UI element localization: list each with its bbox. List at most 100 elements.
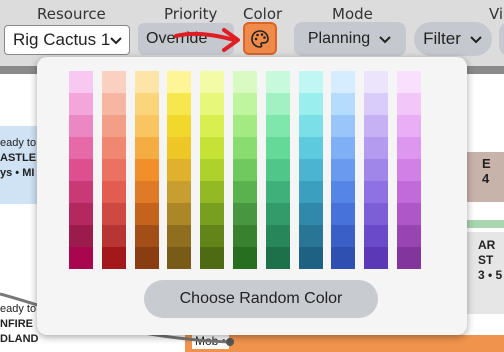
color-swatch[interactable] xyxy=(397,71,421,93)
color-swatch[interactable] xyxy=(167,137,191,159)
color-swatch[interactable] xyxy=(167,203,191,225)
color-swatch[interactable] xyxy=(69,159,93,181)
color-swatch[interactable] xyxy=(135,71,159,93)
color-swatch[interactable] xyxy=(299,159,323,181)
color-swatch[interactable] xyxy=(102,247,126,269)
color-swatch[interactable] xyxy=(331,181,355,203)
color-swatch[interactable] xyxy=(135,247,159,269)
color-swatch[interactable] xyxy=(266,71,290,93)
color-swatch[interactable] xyxy=(397,247,421,269)
color-swatch[interactable] xyxy=(167,225,191,247)
color-swatch[interactable] xyxy=(397,115,421,137)
color-swatch[interactable] xyxy=(364,93,388,115)
color-swatch[interactable] xyxy=(200,115,224,137)
color-swatch[interactable] xyxy=(135,137,159,159)
color-swatch[interactable] xyxy=(135,181,159,203)
color-swatch[interactable] xyxy=(69,181,93,203)
color-swatch[interactable] xyxy=(233,247,257,269)
color-swatch[interactable] xyxy=(102,159,126,181)
color-swatch[interactable] xyxy=(102,181,126,203)
color-swatch[interactable] xyxy=(364,181,388,203)
color-swatch[interactable] xyxy=(135,225,159,247)
color-swatch[interactable] xyxy=(331,137,355,159)
color-swatch[interactable] xyxy=(299,137,323,159)
color-swatch[interactable] xyxy=(299,225,323,247)
color-swatch[interactable] xyxy=(266,115,290,137)
color-swatch[interactable] xyxy=(135,203,159,225)
color-swatch[interactable] xyxy=(364,247,388,269)
color-swatch[interactable] xyxy=(167,159,191,181)
color-swatch[interactable] xyxy=(167,93,191,115)
color-swatch[interactable] xyxy=(69,115,93,137)
color-swatch[interactable] xyxy=(233,137,257,159)
color-swatch[interactable] xyxy=(299,71,323,93)
color-swatch[interactable] xyxy=(266,247,290,269)
color-swatch[interactable] xyxy=(364,71,388,93)
color-swatch[interactable] xyxy=(135,159,159,181)
color-swatch[interactable] xyxy=(364,115,388,137)
view-button[interactable] xyxy=(499,22,504,56)
color-swatch[interactable] xyxy=(331,225,355,247)
color-swatch[interactable] xyxy=(397,181,421,203)
color-swatch[interactable] xyxy=(364,225,388,247)
color-swatch[interactable] xyxy=(102,71,126,93)
color-swatch[interactable] xyxy=(233,115,257,137)
color-swatch[interactable] xyxy=(364,137,388,159)
color-swatch[interactable] xyxy=(331,203,355,225)
color-swatch[interactable] xyxy=(299,203,323,225)
color-swatch[interactable] xyxy=(299,247,323,269)
color-swatch[interactable] xyxy=(167,247,191,269)
mode-dropdown[interactable]: Planning xyxy=(294,22,406,56)
color-swatch[interactable] xyxy=(266,93,290,115)
color-swatch[interactable] xyxy=(299,115,323,137)
color-swatch[interactable] xyxy=(364,159,388,181)
color-swatch[interactable] xyxy=(135,115,159,137)
color-swatch[interactable] xyxy=(200,71,224,93)
color-swatch[interactable] xyxy=(102,225,126,247)
color-swatch[interactable] xyxy=(266,137,290,159)
color-swatch[interactable] xyxy=(69,225,93,247)
color-swatch[interactable] xyxy=(233,203,257,225)
color-swatch[interactable] xyxy=(233,159,257,181)
color-swatch[interactable] xyxy=(167,181,191,203)
resource-select[interactable]: Rig Cactus 1 xyxy=(4,25,130,55)
color-swatch[interactable] xyxy=(266,225,290,247)
color-swatch[interactable] xyxy=(233,225,257,247)
color-swatch[interactable] xyxy=(200,203,224,225)
color-swatch[interactable] xyxy=(331,247,355,269)
color-swatch[interactable] xyxy=(397,93,421,115)
color-swatch[interactable] xyxy=(200,159,224,181)
color-swatch[interactable] xyxy=(102,137,126,159)
color-swatch[interactable] xyxy=(397,159,421,181)
filter-button[interactable]: Filter xyxy=(414,22,492,56)
color-swatch[interactable] xyxy=(167,115,191,137)
random-color-button[interactable]: Choose Random Color xyxy=(144,280,378,318)
color-swatch[interactable] xyxy=(200,247,224,269)
color-swatch[interactable] xyxy=(69,247,93,269)
color-swatch[interactable] xyxy=(331,71,355,93)
color-swatch[interactable] xyxy=(299,93,323,115)
color-swatch[interactable] xyxy=(69,137,93,159)
color-swatch[interactable] xyxy=(331,115,355,137)
color-swatch[interactable] xyxy=(331,93,355,115)
color-swatch[interactable] xyxy=(200,137,224,159)
color-swatch[interactable] xyxy=(233,71,257,93)
color-swatch[interactable] xyxy=(233,93,257,115)
color-swatch[interactable] xyxy=(69,93,93,115)
color-swatch[interactable] xyxy=(200,181,224,203)
color-swatch[interactable] xyxy=(102,93,126,115)
color-swatch[interactable] xyxy=(397,203,421,225)
color-swatch[interactable] xyxy=(167,71,191,93)
color-swatch[interactable] xyxy=(266,181,290,203)
color-swatch[interactable] xyxy=(397,137,421,159)
color-swatch[interactable] xyxy=(200,225,224,247)
color-swatch[interactable] xyxy=(364,203,388,225)
color-swatch[interactable] xyxy=(69,203,93,225)
color-swatch[interactable] xyxy=(266,159,290,181)
right-card-green[interactable] xyxy=(467,220,504,228)
color-swatch[interactable] xyxy=(102,115,126,137)
color-swatch[interactable] xyxy=(233,181,257,203)
color-swatch[interactable] xyxy=(200,93,224,115)
color-swatch[interactable] xyxy=(135,93,159,115)
color-swatch[interactable] xyxy=(331,159,355,181)
